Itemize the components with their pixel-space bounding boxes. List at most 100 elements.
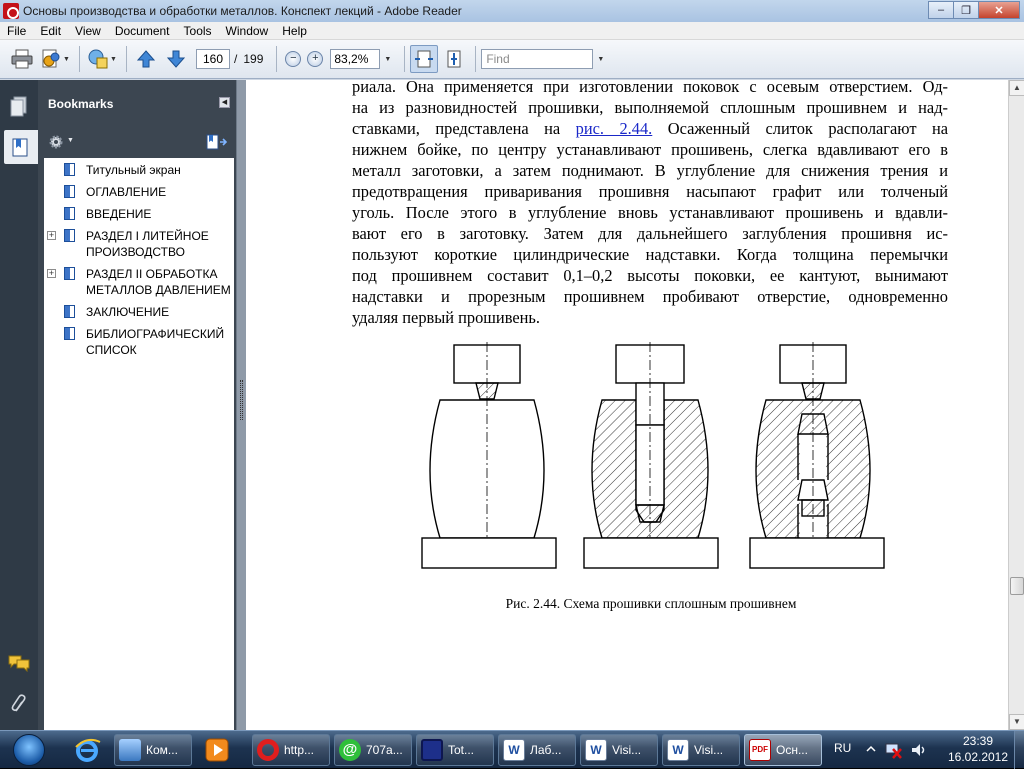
fit-width-button[interactable] — [410, 45, 439, 73]
share-document-icon — [42, 49, 60, 68]
bookmark-label-line: РАЗДЕЛ I ЛИТЕЙНОЕ — [86, 229, 209, 243]
bookmark-label: ВВЕДЕНИЕ — [86, 207, 152, 221]
internet-explorer-icon — [75, 738, 101, 762]
taskbar-pin-media-player[interactable] — [196, 734, 238, 766]
figure-link[interactable]: рис. 2.44. — [576, 119, 653, 138]
word-document-icon: W — [503, 739, 525, 761]
splitter-grip[interactable] — [240, 380, 243, 420]
text-line: удаляя первый прошивень. — [352, 308, 540, 327]
previous-page-button[interactable] — [132, 45, 160, 73]
zoom-out-button[interactable]: − — [285, 51, 302, 67]
taskbar-button-word-visio-2[interactable]: W Visi... — [662, 734, 740, 766]
menu-edit[interactable]: Edit — [33, 24, 68, 38]
scroll-down-arrow[interactable]: ▼ — [1009, 714, 1024, 730]
stage-1-diagram — [421, 342, 557, 569]
network-error-icon[interactable] — [884, 741, 902, 759]
menu-file[interactable]: File — [0, 24, 33, 38]
navigation-rail — [0, 80, 38, 730]
text-line: уголь. После этого в углубление вновь ус… — [352, 203, 948, 222]
menu-bar: File Edit View Document Tools Window Hel… — [0, 22, 1024, 40]
bookmark-label-line: МЕТАЛЛОВ ДАВЛЕНИЕМ — [86, 283, 231, 297]
expand-bookmark-icon[interactable] — [206, 134, 228, 150]
taskbar-button-adobe-reader[interactable]: PDF Осн... — [744, 734, 822, 766]
bookmarks-toolbar: ▼ — [38, 128, 236, 158]
bookmark-label-line: БИБЛИОГРАФИЧЕСКИЙ — [86, 327, 225, 341]
fit-page-button[interactable] — [440, 45, 468, 73]
next-page-button[interactable] — [162, 45, 190, 73]
text-line: ставками, представлена на рис. 2.44. Оса… — [352, 118, 948, 139]
clock-time: 23:39 — [962, 734, 994, 748]
attachments-panel-button[interactable] — [4, 686, 34, 720]
chevron-down-icon: ▼ — [110, 55, 117, 63]
window-title: Основы производства и обработки металлов… — [23, 4, 462, 18]
pages-panel-button[interactable] — [4, 90, 34, 124]
text-line: металл заготовки, а затем поднимают. В у… — [352, 161, 948, 180]
expand-icon[interactable]: + — [47, 231, 56, 240]
menu-view[interactable]: View — [68, 24, 108, 38]
taskbar-button-computer[interactable]: Ком... — [114, 734, 192, 766]
taskbar-button-word-lab[interactable]: W Лаб... — [498, 734, 576, 766]
scroll-thumb[interactable] — [1010, 577, 1024, 595]
close-button[interactable]: ✕ — [978, 1, 1020, 19]
globe-document-icon — [88, 49, 108, 69]
text-span: ставками, представлена на — [352, 119, 576, 138]
taskbar-button-label: Visi... — [694, 743, 724, 757]
volume-icon[interactable] — [910, 741, 928, 759]
chevron-down-icon[interactable]: ▼ — [384, 56, 391, 63]
minimize-button[interactable]: – — [928, 1, 954, 19]
show-hidden-icons-icon[interactable] — [866, 744, 876, 754]
comments-panel-button[interactable] — [4, 646, 34, 680]
collaborate-button[interactable]: ▼ — [38, 45, 72, 73]
language-indicator[interactable]: RU — [834, 741, 851, 755]
stage-2-diagram — [583, 342, 719, 569]
taskbar-button-mail-agent[interactable]: @ 707а... — [334, 734, 412, 766]
menu-document[interactable]: Document — [108, 24, 177, 38]
toolbar-separator — [276, 46, 278, 72]
expand-icon[interactable]: + — [47, 269, 56, 278]
taskbar-button-opera[interactable]: http... — [252, 734, 330, 766]
maximize-button[interactable]: ❐ — [953, 1, 979, 19]
taskbar-button-total-commander[interactable]: Tot... — [416, 734, 494, 766]
piercing-diagram-figure — [421, 342, 885, 569]
bookmarks-panel: Bookmarks ◀ ▼ Титульный экран ОГЛАВЛЕНИЕ — [38, 80, 236, 730]
zoom-in-button[interactable]: + — [307, 51, 324, 67]
bookmark-label: РАЗДЕЛ II ОБРАБОТКА МЕТАЛЛОВ ДАВЛЕНИЕМ — [86, 266, 236, 298]
print-button[interactable] — [8, 45, 36, 73]
chevron-down-icon[interactable]: ▼ — [67, 137, 74, 144]
system-clock[interactable]: 23:39 16.02.2012 — [938, 733, 1018, 765]
scroll-up-arrow[interactable]: ▲ — [1009, 80, 1024, 96]
bookmarks-panel-button[interactable] — [4, 130, 38, 164]
taskbar-pin-internet-explorer[interactable] — [66, 734, 108, 766]
show-desktop-button[interactable] — [1014, 731, 1024, 769]
gear-icon[interactable] — [48, 134, 64, 150]
collapse-panel-button[interactable]: ◀ — [219, 97, 230, 108]
document-view[interactable]: риала. Она применяется при изготовлении … — [246, 80, 1008, 730]
bookmark-icon — [12, 138, 28, 157]
bookmark-icon — [64, 229, 75, 242]
menu-tools[interactable]: Tools — [177, 24, 219, 38]
current-page-input[interactable]: 160 — [196, 49, 230, 69]
taskbar: Ком... http... @ 707а... Tot... W Лаб...… — [0, 730, 1024, 769]
start-button[interactable] — [6, 733, 54, 767]
toolbar: ▼ ▼ 160 / 199 − + 83,2% ▼ Find ▼ — [0, 40, 1024, 79]
taskbar-button-label: Осн... — [776, 743, 808, 757]
find-input[interactable]: Find — [481, 49, 594, 69]
panel-splitter[interactable] — [236, 80, 246, 730]
create-pdf-button[interactable]: ▼ — [85, 45, 119, 73]
zoom-level-select[interactable]: 83,2% — [330, 49, 381, 69]
taskbar-button-label: 707а... — [366, 743, 403, 757]
vertical-scrollbar[interactable]: ▲ ▼ — [1008, 80, 1024, 730]
computer-icon — [119, 739, 141, 761]
arrow-down-icon — [166, 50, 186, 68]
bookmark-icon — [64, 163, 75, 176]
toolbar-separator — [126, 46, 127, 72]
text-line: предотвращения приваривания прошивня нас… — [352, 182, 948, 201]
text-line: на из разновидностей прошивки, выполняем… — [352, 98, 948, 117]
adobe-reader-window: Основы производства и обработки металлов… — [0, 0, 1024, 769]
menu-help[interactable]: Help — [275, 24, 314, 38]
text-line: риала. Она применяется при изготовлении … — [352, 80, 948, 96]
menu-window[interactable]: Window — [219, 24, 276, 38]
chevron-down-icon[interactable]: ▼ — [597, 56, 604, 63]
taskbar-button-word-visio-1[interactable]: W Visi... — [580, 734, 658, 766]
comment-icon — [8, 655, 30, 672]
